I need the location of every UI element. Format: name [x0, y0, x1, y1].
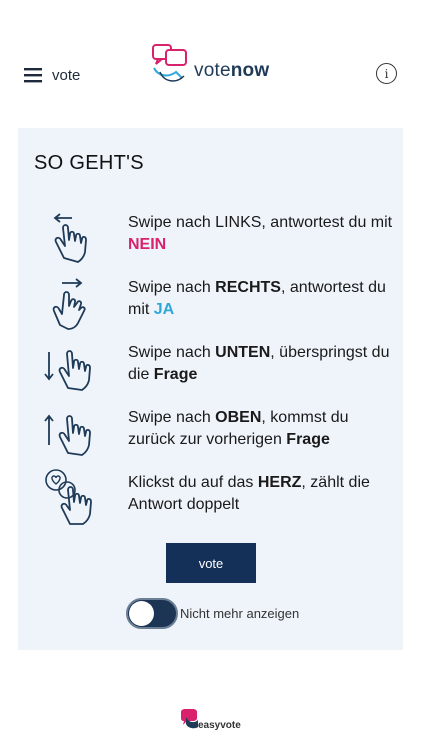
easyvote-logo: easyvote — [178, 708, 244, 736]
speech-bubbles-logo-icon — [152, 44, 187, 82]
swipe-down-icon — [44, 350, 91, 391]
instruction-swipe-up: Swipe nach OBEN, kommst du zurück zur vo… — [18, 407, 403, 465]
votenow-logo: votenow — [150, 42, 280, 88]
swipe-up-icon — [44, 414, 91, 456]
easyvote-bubble-icon — [181, 709, 198, 729]
swipe-left-icon — [53, 213, 87, 263]
dont-show-again-toggle[interactable] — [126, 598, 178, 629]
swipe-right-icon — [52, 278, 86, 330]
footer-brand: easyvote — [198, 720, 241, 731]
card-title: SO GEHT'S — [34, 152, 144, 174]
instruction-swipe-left: Swipe nach LINKS, antwortest du mit NEIN — [18, 212, 403, 270]
tap-heart-icon — [45, 469, 92, 525]
instruction-text: Swipe nach LINKS, antwortest du mit NEIN — [128, 214, 393, 253]
vote-button[interactable]: vote — [166, 543, 256, 583]
instruction-swipe-right: Swipe nach RECHTS, antwortest du mit JA — [18, 277, 403, 335]
how-it-works-card: SO GEHT'S Swipe nach LINKS, antwortest d… — [18, 128, 403, 650]
instruction-swipe-down: Swipe nach UNTEN, überspringst du die Fr… — [18, 342, 403, 400]
instruction-text: Klickst du auf das HERZ, zählt die Antwo… — [128, 474, 370, 513]
instruction-tap-heart: Klickst du auf das HERZ, zählt die Antwo… — [18, 469, 403, 530]
app-header: vote votenow i — [0, 0, 422, 128]
menu-button[interactable]: vote — [24, 62, 80, 88]
instruction-text: Swipe nach UNTEN, überspringst du die Fr… — [128, 344, 390, 383]
logo-wordmark: votenow — [194, 60, 270, 81]
hamburger-icon — [24, 68, 42, 83]
info-button[interactable]: i — [376, 63, 397, 84]
instruction-text: Swipe nach RECHTS, antwortest du mit JA — [128, 279, 386, 318]
instruction-text: Swipe nach OBEN, kommst du zurück zur vo… — [128, 409, 349, 448]
toggle-label: Nicht mehr anzeigen — [180, 606, 300, 621]
menu-label: vote — [52, 66, 81, 84]
toggle-knob — [129, 601, 154, 626]
dont-show-again-toggle-row: Nicht mehr anzeigen — [126, 598, 299, 629]
